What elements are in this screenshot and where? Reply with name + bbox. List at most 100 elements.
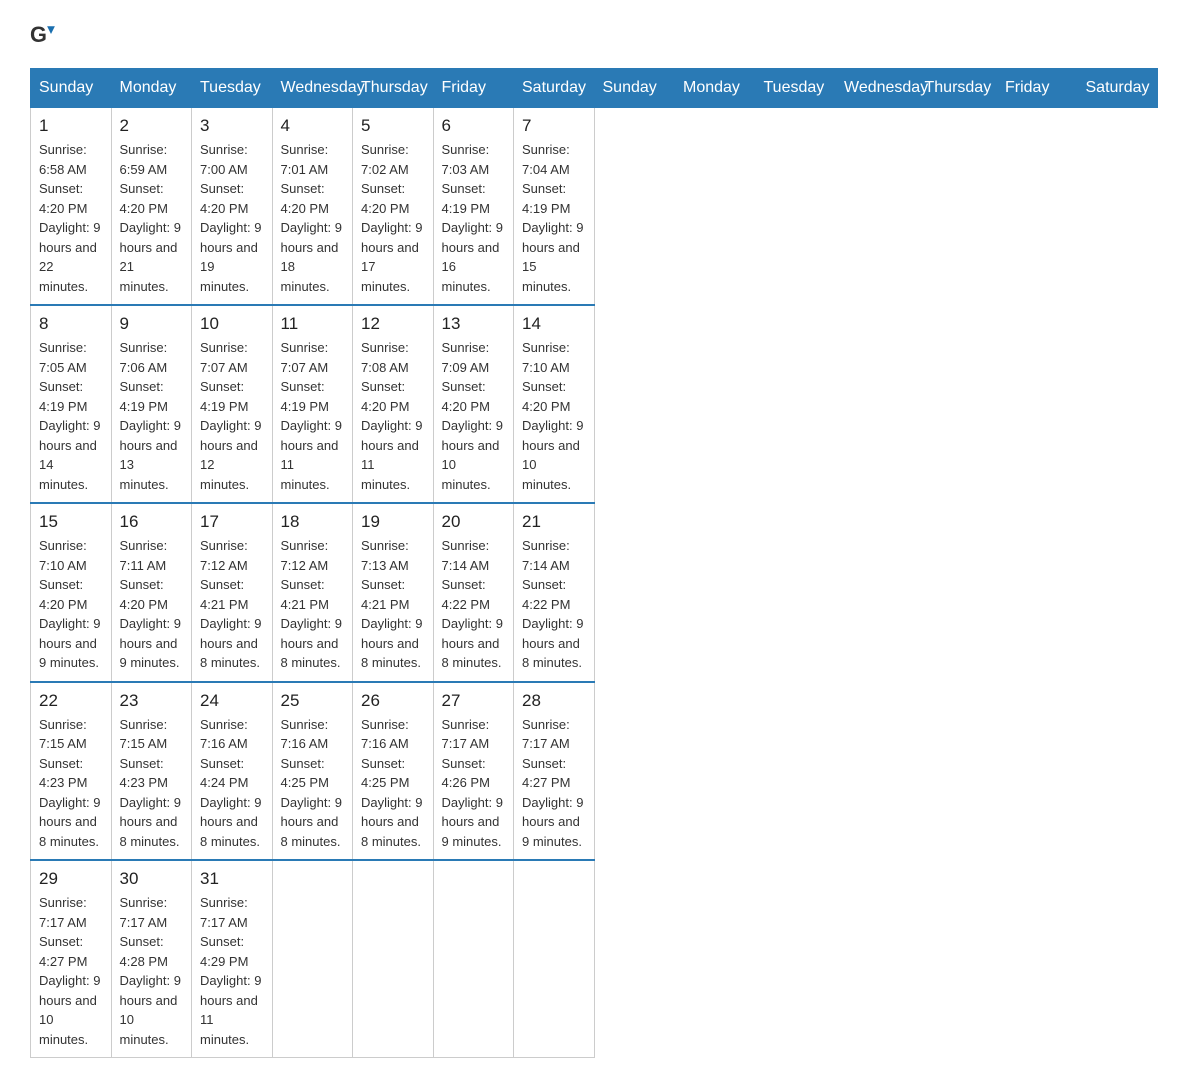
day-cell-11: 11Sunrise: 7:07 AMSunset: 4:19 PMDayligh… [272, 305, 353, 503]
day-cell-30: 30Sunrise: 7:17 AMSunset: 4:28 PMDayligh… [111, 860, 192, 1058]
day-info: Sunrise: 7:10 AMSunset: 4:20 PMDaylight:… [522, 338, 586, 494]
week-row-4: 22Sunrise: 7:15 AMSunset: 4:23 PMDayligh… [31, 682, 1158, 861]
day-info: Sunrise: 7:13 AMSunset: 4:21 PMDaylight:… [361, 536, 425, 673]
day-cell-2: 2 Sunrise: 6:59 AMSunset: 4:20 PMDaylight… [111, 108, 192, 306]
day-number: 20 [442, 512, 506, 532]
day-number: 28 [522, 691, 586, 711]
day-cell-23: 23 Sunrise: 7:15 AMSunset: 4:23 PMDayligh… [111, 682, 192, 861]
col-header-tuesday: Tuesday [755, 69, 836, 108]
day-info: Sunrise: 7:17 AMSunset: 4:26 PMDaylight:… [442, 715, 506, 852]
day-number: 12 [361, 314, 425, 334]
day-info: Sunrise: 7:08 AMSunset: 4:20 PMDaylight:… [361, 338, 425, 494]
col-header-wednesday: Wednesday [272, 69, 353, 108]
day-info: Sunrise: 7:17 AMSunset: 4:29 PMDaylight:… [200, 893, 264, 1049]
day-info: Sunrise: 7:01 AMSunset: 4:20 PMDaylight:… [281, 140, 345, 296]
day-number: 14 [522, 314, 586, 334]
day-info: Sunrise: 7:04 AMSunset: 4:19 PMDaylight:… [522, 140, 586, 296]
day-cell-14: 14 Sunrise: 7:10 AMSunset: 4:20 PMDayligh… [514, 305, 595, 503]
empty-cell [514, 860, 595, 1058]
day-info: Sunrise: 7:14 AMSunset: 4:22 PMDaylight:… [442, 536, 506, 673]
day-cell-13: 13 Sunrise: 7:09 AMSunset: 4:20 PMDayligh… [433, 305, 514, 503]
day-cell-3: 3 Sunrise: 7:00 AMSunset: 4:20 PMDaylight… [192, 108, 273, 306]
day-info: Sunrise: 7:09 AMSunset: 4:20 PMDaylight:… [442, 338, 506, 494]
day-info: Sunrise: 7:14 AMSunset: 4:22 PMDaylight:… [522, 536, 586, 673]
empty-cell [433, 860, 514, 1058]
logo-icon: G [30, 20, 58, 48]
day-cell-10: 10 Sunrise: 7:07 AMSunset: 4:19 PMDayligh… [192, 305, 273, 503]
day-info: Sunrise: 7:12 AMSunset: 4:21 PMDaylight:… [200, 536, 264, 673]
week-row-1: 1 Sunrise: 6:58 AMSunset: 4:20 PMDaylight… [31, 108, 1158, 306]
day-cell-26: 26Sunrise: 7:16 AMSunset: 4:25 PMDayligh… [353, 682, 434, 861]
day-info: Sunrise: 7:15 AMSunset: 4:23 PMDaylight:… [120, 715, 184, 852]
week-row-3: 15Sunrise: 7:10 AMSunset: 4:20 PMDayligh… [31, 503, 1158, 682]
col-header-friday: Friday [433, 69, 514, 108]
day-number: 19 [361, 512, 425, 532]
day-info: Sunrise: 7:10 AMSunset: 4:20 PMDaylight:… [39, 536, 103, 673]
day-info: Sunrise: 7:11 AMSunset: 4:20 PMDaylight:… [120, 536, 184, 673]
day-number: 31 [200, 869, 264, 889]
day-number: 10 [200, 314, 264, 334]
day-info: Sunrise: 6:58 AMSunset: 4:20 PMDaylight:… [39, 140, 103, 296]
day-number: 27 [442, 691, 506, 711]
day-number: 4 [281, 116, 345, 136]
day-info: Sunrise: 7:16 AMSunset: 4:24 PMDaylight:… [200, 715, 264, 852]
day-number: 13 [442, 314, 506, 334]
day-number: 16 [120, 512, 184, 532]
day-number: 5 [361, 116, 425, 136]
day-number: 23 [120, 691, 184, 711]
day-number: 29 [39, 869, 103, 889]
header-row: SundayMondayTuesdayWednesdayThursdayFrid… [31, 69, 1158, 108]
day-cell-17: 17 Sunrise: 7:12 AMSunset: 4:21 PMDayligh… [192, 503, 273, 682]
day-cell-31: 31 Sunrise: 7:17 AMSunset: 4:29 PMDayligh… [192, 860, 273, 1058]
day-number: 26 [361, 691, 425, 711]
col-header-sunday: Sunday [594, 69, 675, 108]
day-cell-15: 15Sunrise: 7:10 AMSunset: 4:20 PMDayligh… [31, 503, 112, 682]
day-info: Sunrise: 7:17 AMSunset: 4:27 PMDaylight:… [522, 715, 586, 852]
day-number: 9 [120, 314, 184, 334]
empty-cell [272, 860, 353, 1058]
day-cell-27: 27 Sunrise: 7:17 AMSunset: 4:26 PMDayligh… [433, 682, 514, 861]
week-row-5: 29 Sunrise: 7:17 AMSunset: 4:27 PMDayligh… [31, 860, 1158, 1058]
day-info: Sunrise: 7:17 AMSunset: 4:27 PMDaylight:… [39, 893, 103, 1049]
empty-cell [353, 860, 434, 1058]
day-cell-18: 18 Sunrise: 7:12 AMSunset: 4:21 PMDayligh… [272, 503, 353, 682]
day-info: Sunrise: 7:00 AMSunset: 4:20 PMDaylight:… [200, 140, 264, 296]
day-cell-29: 29 Sunrise: 7:17 AMSunset: 4:27 PMDayligh… [31, 860, 112, 1058]
col-header-friday: Friday [997, 69, 1078, 108]
col-header-sunday: Sunday [31, 69, 112, 108]
day-info: Sunrise: 7:07 AMSunset: 4:19 PMDaylight:… [200, 338, 264, 494]
day-number: 18 [281, 512, 345, 532]
day-info: Sunrise: 7:15 AMSunset: 4:23 PMDaylight:… [39, 715, 103, 852]
day-number: 24 [200, 691, 264, 711]
day-info: Sunrise: 7:16 AMSunset: 4:25 PMDaylight:… [281, 715, 345, 852]
day-cell-1: 1 Sunrise: 6:58 AMSunset: 4:20 PMDaylight… [31, 108, 112, 306]
day-cell-28: 28 Sunrise: 7:17 AMSunset: 4:27 PMDayligh… [514, 682, 595, 861]
day-cell-12: 12 Sunrise: 7:08 AMSunset: 4:20 PMDayligh… [353, 305, 434, 503]
col-header-saturday: Saturday [1077, 69, 1158, 108]
day-number: 1 [39, 116, 103, 136]
day-number: 8 [39, 314, 103, 334]
day-number: 17 [200, 512, 264, 532]
day-number: 2 [120, 116, 184, 136]
col-header-monday: Monday [111, 69, 192, 108]
day-cell-9: 9Sunrise: 7:06 AMSunset: 4:19 PMDaylight… [111, 305, 192, 503]
day-info: Sunrise: 7:17 AMSunset: 4:28 PMDaylight:… [120, 893, 184, 1049]
day-number: 7 [522, 116, 586, 136]
day-info: Sunrise: 7:05 AMSunset: 4:19 PMDaylight:… [39, 338, 103, 494]
day-cell-19: 19 Sunrise: 7:13 AMSunset: 4:21 PMDayligh… [353, 503, 434, 682]
day-number: 3 [200, 116, 264, 136]
day-cell-20: 20 Sunrise: 7:14 AMSunset: 4:22 PMDayligh… [433, 503, 514, 682]
day-info: Sunrise: 7:03 AMSunset: 4:19 PMDaylight:… [442, 140, 506, 296]
day-info: Sunrise: 6:59 AMSunset: 4:20 PMDaylight:… [120, 140, 184, 296]
week-row-2: 8 Sunrise: 7:05 AMSunset: 4:19 PMDaylight… [31, 305, 1158, 503]
day-cell-24: 24 Sunrise: 7:16 AMSunset: 4:24 PMDayligh… [192, 682, 273, 861]
page-header: G [30, 20, 1158, 48]
day-number: 25 [281, 691, 345, 711]
day-info: Sunrise: 7:07 AMSunset: 4:19 PMDaylight:… [281, 338, 345, 494]
day-cell-5: 5 Sunrise: 7:02 AMSunset: 4:20 PMDaylight… [353, 108, 434, 306]
day-info: Sunrise: 7:12 AMSunset: 4:21 PMDaylight:… [281, 536, 345, 673]
day-info: Sunrise: 7:02 AMSunset: 4:20 PMDaylight:… [361, 140, 425, 296]
day-cell-16: 16 Sunrise: 7:11 AMSunset: 4:20 PMDayligh… [111, 503, 192, 682]
calendar-table: SundayMondayTuesdayWednesdayThursdayFrid… [30, 68, 1158, 1058]
day-cell-4: 4 Sunrise: 7:01 AMSunset: 4:20 PMDaylight… [272, 108, 353, 306]
